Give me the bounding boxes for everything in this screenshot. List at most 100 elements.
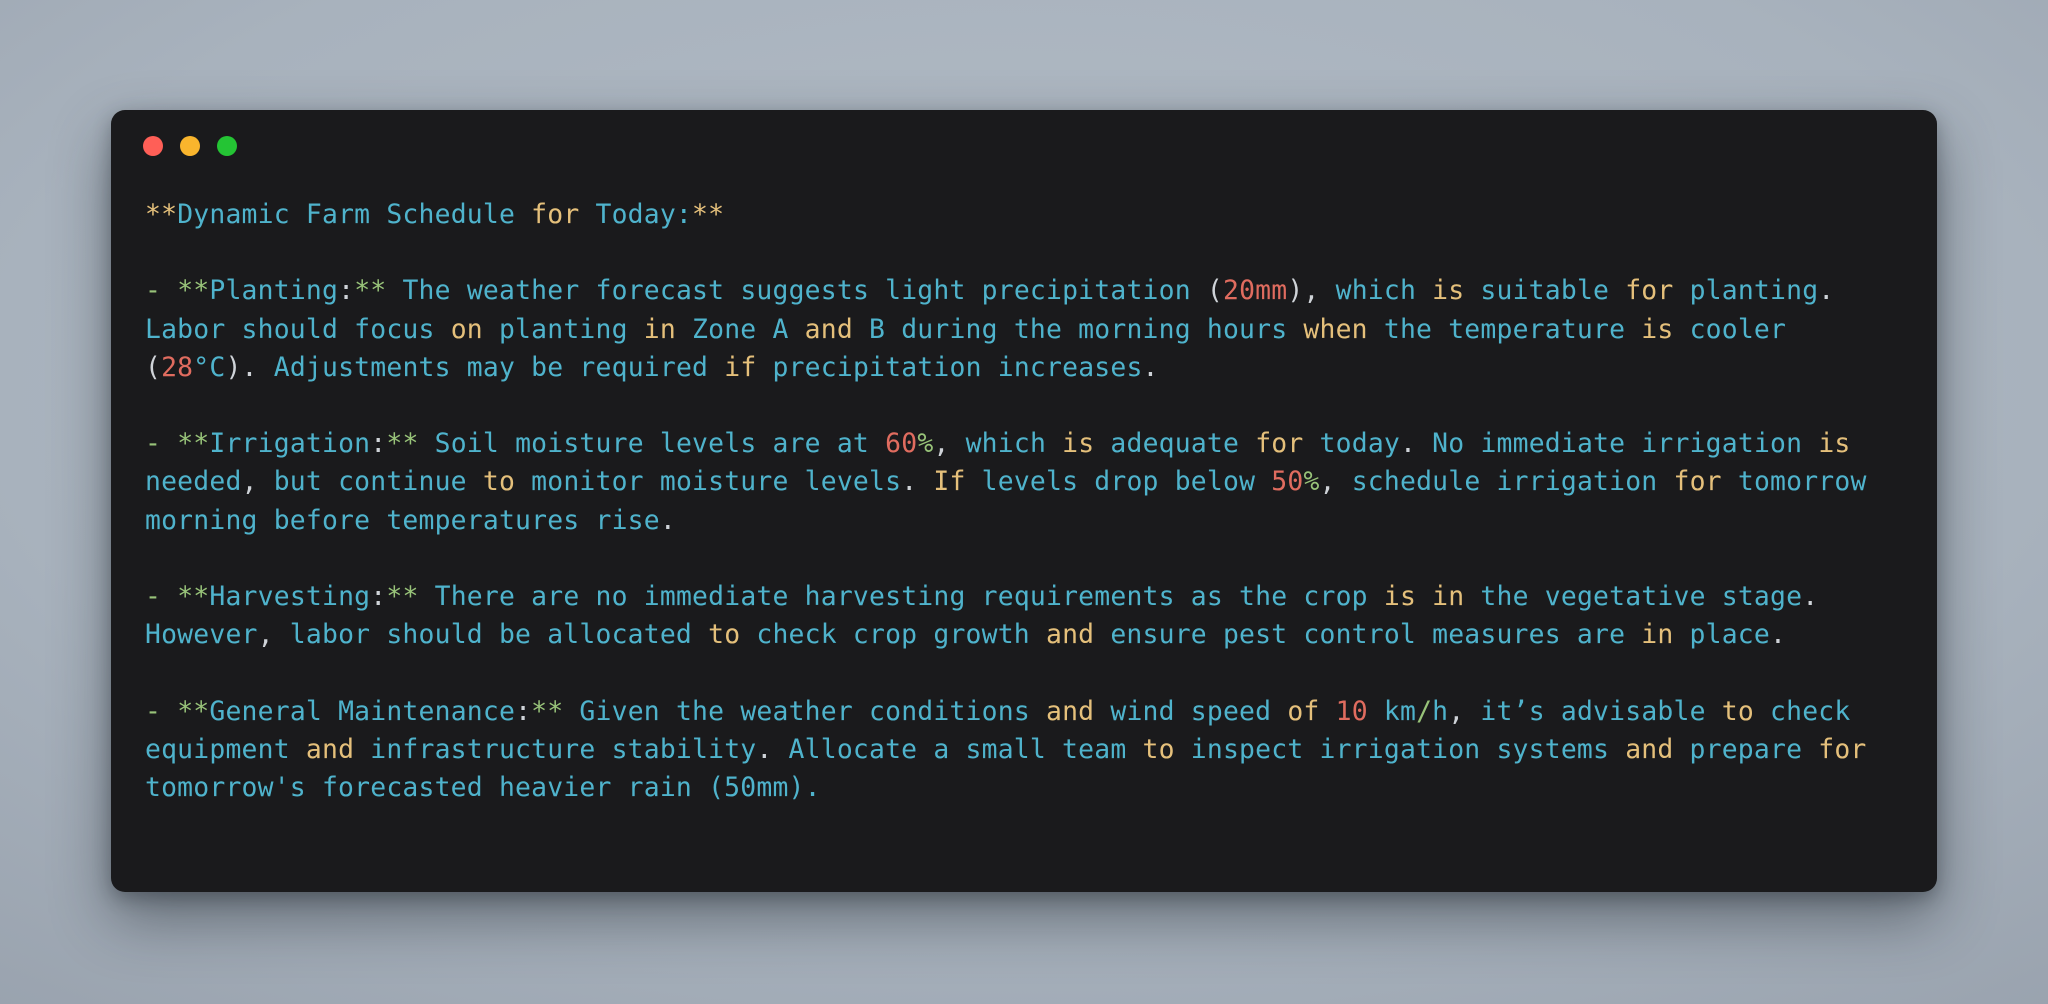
token: h <box>1432 695 1449 727</box>
token: on <box>450 313 483 345</box>
token: and <box>804 313 853 345</box>
token: 28 <box>161 351 194 383</box>
terminal-output[interactable]: **Dynamic Farm Schedule for Today:** - *… <box>111 172 1937 837</box>
token: °C <box>193 351 226 383</box>
token: Allocate a small team <box>772 733 1143 765</box>
token: % <box>1303 466 1320 498</box>
token: , <box>933 428 966 460</box>
token: the vegetative stage <box>1464 580 1803 612</box>
token: , <box>1448 695 1465 727</box>
token: ** <box>692 199 725 230</box>
token: levels drop below <box>965 466 1272 498</box>
token: is <box>1062 428 1095 460</box>
token: is <box>1383 580 1417 612</box>
token: . <box>756 733 773 765</box>
token: : <box>370 580 387 612</box>
token: Dynamic Farm Schedule <box>177 199 532 230</box>
token: ** <box>177 695 210 727</box>
token: Given the weather conditions <box>563 695 1046 727</box>
token: Today: <box>579 199 693 230</box>
token: Harvesting <box>209 580 371 612</box>
token: the temperature <box>1367 313 1642 345</box>
token: . <box>1802 580 1819 612</box>
token: Zone A <box>675 313 805 345</box>
minimize-button[interactable] <box>180 136 200 156</box>
token: The weather forecast suggests light prec… <box>386 275 1207 307</box>
token: ** <box>354 275 387 307</box>
token: : <box>370 428 387 460</box>
token: Planting <box>209 275 339 307</box>
token: If <box>933 466 966 498</box>
close-button[interactable] <box>143 136 163 156</box>
token: to <box>1142 733 1175 765</box>
token: labor should be allocated <box>273 619 709 651</box>
token: is <box>1641 313 1674 345</box>
token: which <box>965 428 1063 460</box>
token: - <box>145 580 178 612</box>
token: in <box>643 313 676 345</box>
token: , <box>241 466 258 498</box>
token: % <box>917 428 934 460</box>
token: planting <box>1673 275 1819 307</box>
token: , <box>257 619 274 651</box>
token: suitable <box>1464 275 1626 307</box>
token: . <box>1769 619 1787 651</box>
token: General Maintenance <box>209 695 516 727</box>
terminal-line-heading: **Dynamic Farm Schedule for Today:** <box>145 196 1903 234</box>
token: Irrigation <box>209 428 371 460</box>
token: ** <box>177 580 210 612</box>
token: ** <box>531 695 564 727</box>
token: - <box>145 275 178 307</box>
token: if <box>724 351 757 383</box>
token: to <box>482 466 516 498</box>
token: inspect irrigation systems <box>1174 733 1626 765</box>
token: 50 <box>1271 466 1304 498</box>
token: There are no immediate harvesting requir… <box>418 580 1384 612</box>
terminal-window: **Dynamic Farm Schedule for Today:** - *… <box>111 110 1937 892</box>
token: which <box>1335 275 1433 307</box>
token: today <box>1303 428 1400 460</box>
token: - <box>145 695 178 727</box>
token: monitor moisture levels <box>515 466 902 498</box>
token: , <box>1319 466 1352 498</box>
token: km <box>1367 695 1417 727</box>
token: and <box>1045 619 1095 651</box>
token: and <box>1046 695 1095 727</box>
token: to <box>1721 695 1754 727</box>
window-traffic-lights <box>143 136 237 156</box>
token: for <box>1673 466 1722 498</box>
token: in <box>1432 580 1465 612</box>
token: : <box>338 275 355 307</box>
terminal-line-planting: - **Planting:** The weather forecast sug… <box>145 272 1903 387</box>
token: ( <box>1206 275 1223 307</box>
token: schedule irrigation <box>1351 466 1674 498</box>
token: . <box>659 504 676 536</box>
token: . <box>1400 428 1417 460</box>
token: adequate <box>1094 428 1256 460</box>
token: for <box>531 199 580 230</box>
token: . <box>901 466 918 498</box>
token: of <box>1287 695 1320 727</box>
token: ** <box>386 428 419 460</box>
maximize-button[interactable] <box>217 136 237 156</box>
token: in <box>1641 619 1674 651</box>
token: Soil moisture levels are at <box>418 428 886 460</box>
token: : <box>515 695 532 727</box>
token: wind speed <box>1094 695 1288 727</box>
token: ** <box>145 199 178 230</box>
token: planting <box>482 313 644 345</box>
token: it’s advisable <box>1464 695 1722 727</box>
token: Adjustments may be required <box>257 351 725 383</box>
token: - <box>145 428 178 460</box>
terminal-line-general-maintenance: - **General Maintenance:** Given the wea… <box>145 693 1903 808</box>
token: but continue <box>257 466 483 498</box>
token: ( <box>145 351 162 383</box>
token: and <box>1625 733 1674 765</box>
token: for <box>1255 428 1304 460</box>
token: / <box>1416 695 1433 727</box>
